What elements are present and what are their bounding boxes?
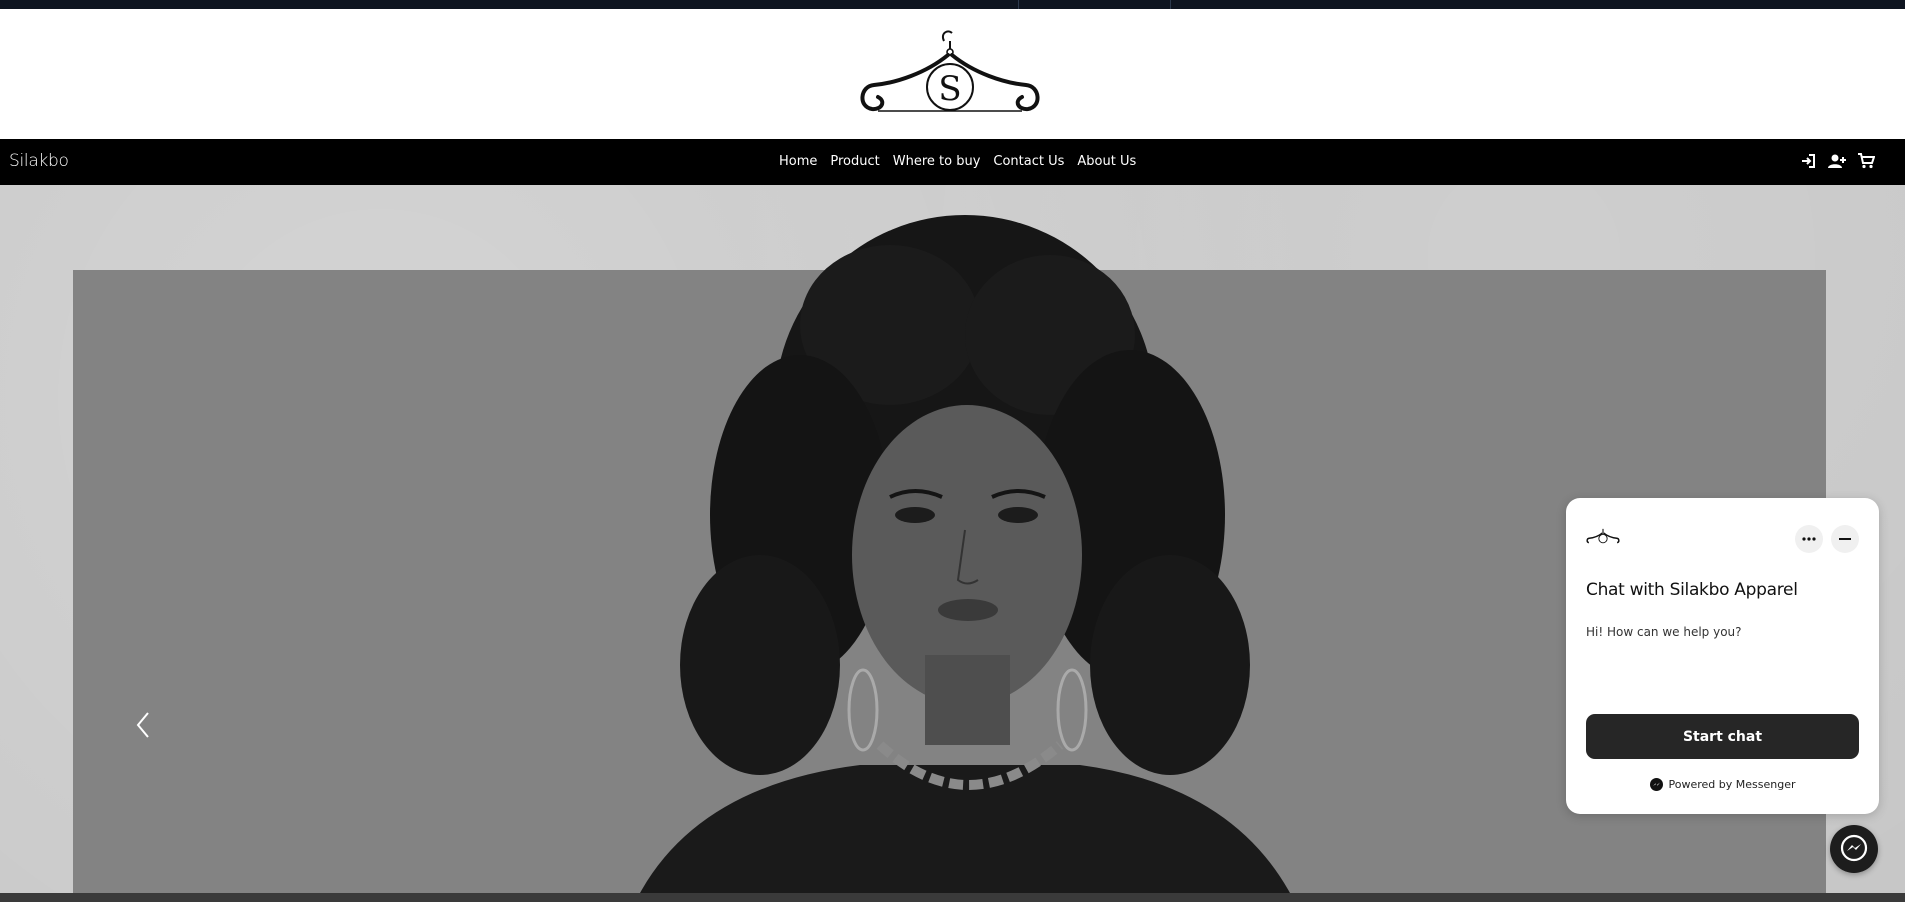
nav-link-about-us[interactable]: About Us — [1077, 154, 1136, 169]
chat-greeting: Hi! How can we help you? — [1586, 625, 1742, 639]
chevron-left-icon[interactable] — [130, 705, 156, 745]
powered-by-messenger[interactable]: Powered by Messenger — [1566, 778, 1879, 791]
nav-link-product[interactable]: Product — [830, 154, 879, 169]
nav-link-where-to-buy[interactable]: Where to buy — [893, 154, 981, 169]
messenger-launcher-button[interactable] — [1830, 825, 1878, 873]
hanger-logo-icon[interactable]: S — [856, 23, 1044, 133]
powered-by-label: Powered by Messenger — [1668, 778, 1796, 791]
brand-name[interactable]: Silakbo — [9, 151, 69, 171]
main-navbar: Silakbo Home Product Where to buy Contac… — [0, 139, 1905, 185]
logo-header: S — [0, 9, 1905, 139]
bottom-strip — [0, 893, 1905, 902]
browser-top-strip — [0, 0, 1905, 9]
messenger-chat-card: Chat with Silakbo Apparel Hi! How can we… — [1566, 498, 1879, 814]
user-plus-icon[interactable] — [1828, 153, 1846, 169]
chat-title: Chat with Silakbo Apparel — [1586, 580, 1798, 600]
cart-icon[interactable] — [1858, 153, 1875, 169]
start-chat-button[interactable]: Start chat — [1586, 714, 1859, 759]
messenger-icon — [1840, 834, 1868, 862]
more-icon — [1802, 537, 1816, 541]
messenger-icon — [1649, 778, 1663, 791]
minimize-icon — [1839, 538, 1851, 540]
sign-in-icon[interactable] — [1800, 153, 1816, 169]
nav-link-home[interactable]: Home — [779, 154, 817, 169]
nav-links: Home Product Where to buy Contact Us Abo… — [779, 154, 1149, 169]
nav-icons — [1800, 153, 1875, 169]
chat-minimize-button[interactable] — [1831, 525, 1859, 553]
logo-letter: S — [938, 69, 961, 109]
chat-hanger-logo-icon — [1586, 528, 1620, 544]
nav-link-contact-us[interactable]: Contact Us — [993, 154, 1064, 169]
chat-options-button[interactable] — [1795, 525, 1823, 553]
